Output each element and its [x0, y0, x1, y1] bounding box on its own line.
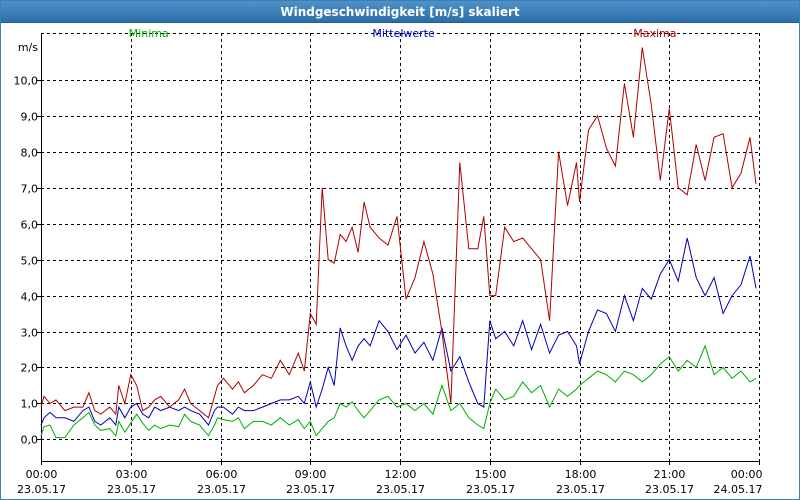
- x-tick-label-time: 00:00: [26, 468, 58, 481]
- y-tick-label: 5,0: [21, 255, 39, 268]
- series-line-minima: [40, 344, 757, 439]
- y-tick-label: 2,0: [21, 362, 39, 375]
- x-tick-label-time: 06:00: [206, 468, 238, 481]
- x-tick-label-time: 03:00: [116, 468, 148, 481]
- x-tick-label-time: 18:00: [565, 468, 597, 481]
- y-tick-label: 6,0: [21, 219, 39, 232]
- y-tick-label: 4,0: [21, 291, 39, 304]
- x-tick-label-time: 09:00: [295, 468, 327, 481]
- x-tick-label-date: 23.05.17: [556, 483, 605, 496]
- y-tick-label: 7,0: [21, 183, 39, 196]
- window-title: Windgeschwindigkeit [m/s] skaliert: [1, 1, 799, 23]
- y-tick-label: 8,0: [21, 147, 39, 160]
- x-tick-label-time: 12:00: [385, 468, 417, 481]
- legend-item-mittelwerte: Mittelwerte: [372, 27, 435, 40]
- x-tick-label-date: 23.05.17: [197, 483, 246, 496]
- x-tick-label-time: 21:00: [654, 468, 686, 481]
- chart-window: Windgeschwindigkeit [m/s] skaliert 0,0 1,…: [0, 0, 800, 500]
- x-tick-label-time: 15:00: [475, 468, 507, 481]
- x-tick-label-date: 23.05.17: [286, 483, 335, 496]
- series-line-mittelwerte: [40, 237, 757, 427]
- y-tick-label: 10,0: [14, 75, 39, 88]
- y-tick-label: 9,0: [21, 111, 39, 124]
- y-axis-label: m/s: [18, 41, 38, 54]
- x-tick-label-time: 00:00: [731, 468, 763, 481]
- y-tick-label: 0,0: [21, 434, 39, 447]
- x-tick-label-date: 23.05.17: [17, 483, 66, 496]
- x-tick-label-date: 24.05.17: [714, 483, 763, 496]
- x-tick-label-date: 23.05.17: [466, 483, 515, 496]
- x-tick-label-date: 23.05.17: [645, 483, 694, 496]
- y-tick-label: 3,0: [21, 327, 39, 340]
- y-tick-label: 1,0: [21, 398, 39, 411]
- legend-item-maxima: Maxima: [633, 27, 676, 40]
- x-tick-label-date: 23.05.17: [107, 483, 156, 496]
- series-line-maxima: [40, 47, 757, 419]
- legend-item-minima: Minima: [129, 27, 169, 40]
- x-tick-label-date: 23.05.17: [376, 483, 425, 496]
- chart-area: 0,0 1,0 2,0 3,0 4,0 5,0 6,0 7,0 8,0 9,0 10,0 00:00 2…: [14, 27, 763, 496]
